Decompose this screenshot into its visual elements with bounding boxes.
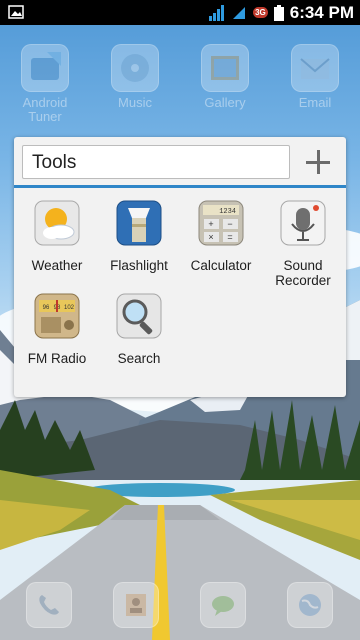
app-calculator[interactable]: 1234 + − × = Calculator	[181, 200, 261, 273]
network-type-badge: 3G	[253, 7, 268, 18]
app-fm-radio[interactable]: 96 98 102 FM Radio	[17, 293, 97, 366]
phone-icon	[39, 595, 59, 615]
contacts-icon	[126, 594, 146, 616]
wifi-icon	[233, 6, 246, 19]
clock: 6:34 PM	[289, 2, 354, 22]
weather-icon	[34, 200, 80, 246]
svg-text:×: ×	[208, 232, 213, 242]
folder-divider	[14, 185, 346, 188]
svg-text:−: −	[227, 219, 232, 229]
calculator-icon: 1234 + − × =	[198, 200, 244, 246]
magnifier-icon	[116, 293, 162, 339]
radio-icon: 96 98 102	[34, 293, 80, 339]
picture-notification-icon	[8, 5, 24, 19]
android-tuner-icon	[21, 44, 69, 92]
desktop-app-gallery[interactable]: Gallery	[185, 44, 265, 110]
svg-text:102: 102	[64, 305, 75, 311]
signal-icon	[209, 4, 225, 21]
email-icon	[291, 44, 339, 92]
dock-contacts-button[interactable]	[113, 582, 159, 628]
dock-browser-button[interactable]	[287, 582, 333, 628]
add-app-button[interactable]	[303, 147, 333, 177]
dock-phone-button[interactable]	[26, 582, 72, 628]
dock-messaging-button[interactable]	[200, 582, 246, 628]
app-sound-recorder[interactable]: Sound Recorder	[263, 200, 343, 288]
svg-text:1234: 1234	[219, 208, 236, 216]
messaging-icon	[212, 596, 234, 616]
svg-text:96: 96	[43, 305, 50, 311]
app-search[interactable]: Search	[99, 293, 179, 366]
battery-icon	[273, 4, 284, 21]
desktop-app-email[interactable]: Email	[275, 44, 355, 110]
folder-header: Tools	[14, 137, 346, 189]
flashlight-icon	[116, 200, 162, 246]
music-icon	[111, 44, 159, 92]
app-weather[interactable]: Weather	[17, 200, 97, 273]
status-bar: 3G 6:34 PM	[0, 0, 360, 25]
svg-text:=: =	[227, 232, 232, 242]
desktop-app-music[interactable]: Music	[95, 44, 175, 110]
desktop-app-android-tuner[interactable]: Android Tuner	[5, 44, 85, 124]
microphone-icon	[280, 200, 326, 246]
app-flashlight[interactable]: Flashlight	[99, 200, 179, 273]
gallery-icon	[201, 44, 249, 92]
browser-icon	[299, 594, 321, 616]
folder-panel: Tools Weather Flashlight 1234 + − × = Ca…	[14, 137, 346, 397]
folder-name-input[interactable]: Tools	[22, 145, 290, 179]
svg-text:+: +	[208, 219, 213, 229]
